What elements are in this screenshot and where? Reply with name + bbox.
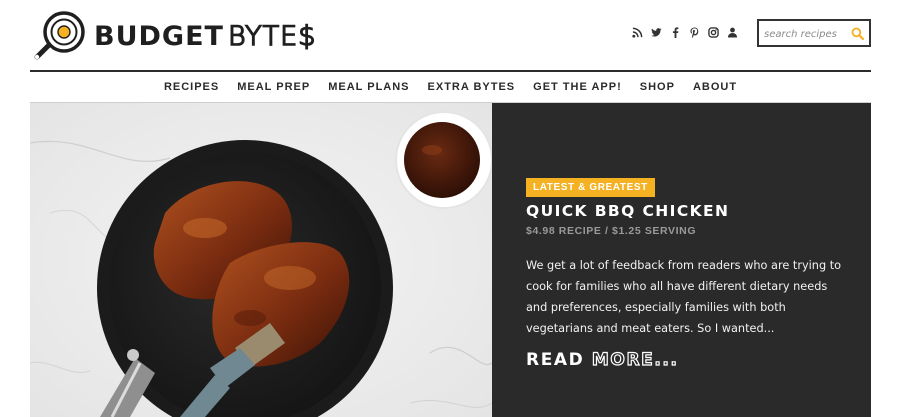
social-links	[632, 27, 738, 38]
rss-icon[interactable]	[632, 27, 643, 38]
nav-item-meal-plans[interactable]: MEAL PLANS	[328, 81, 409, 93]
featured-recipe-image[interactable]	[30, 103, 492, 417]
nav-item-meal-prep[interactable]: MEAL PREP	[237, 81, 310, 93]
recipe-cost: $4.98 RECIPE / $1.25 SERVING	[526, 225, 697, 237]
search-input[interactable]	[764, 25, 846, 43]
twitter-icon[interactable]	[651, 27, 662, 38]
search-icon[interactable]	[851, 27, 864, 40]
nav-item-extra-bytes[interactable]: EXTRA BYTES	[428, 81, 516, 93]
main-nav: RECIPES MEAL PREP MEAL PLANS EXTRA BYTES…	[30, 72, 871, 102]
recipe-title[interactable]: QUICK BBQ CHICKEN	[526, 202, 729, 220]
instagram-icon[interactable]	[708, 27, 719, 38]
site-header: BUDGET BYTE$	[0, 0, 900, 70]
featured-recipe-panel: LATEST & GREATEST QUICK BBQ CHICKEN $4.9…	[492, 103, 871, 417]
nav-item-shop[interactable]: SHOP	[640, 81, 675, 93]
recipe-excerpt: We get a lot of feedback from readers wh…	[526, 259, 842, 335]
facebook-icon[interactable]	[670, 27, 681, 38]
logo-text-bytes: BYTE$	[227, 20, 317, 53]
latest-greatest-badge: LATEST & GREATEST	[526, 178, 655, 197]
pinterest-icon[interactable]	[689, 27, 700, 38]
user-icon[interactable]	[727, 27, 738, 38]
nav-item-recipes[interactable]: RECIPES	[164, 81, 219, 93]
nav-item-about[interactable]: ABOUT	[693, 81, 737, 93]
read-more-link[interactable]: READ MORE...	[526, 349, 679, 370]
logo-text-budget: BUDGET	[94, 20, 224, 52]
search-box	[757, 19, 871, 47]
nav-item-get-the-app[interactable]: GET THE APP!	[533, 81, 622, 93]
read-more-solid-text: READ	[526, 350, 585, 370]
site-logo[interactable]: BUDGET BYTE$	[32, 10, 316, 62]
frying-pan-egg-logo-icon	[34, 11, 85, 60]
read-more-outline-text: MORE...	[591, 349, 679, 370]
